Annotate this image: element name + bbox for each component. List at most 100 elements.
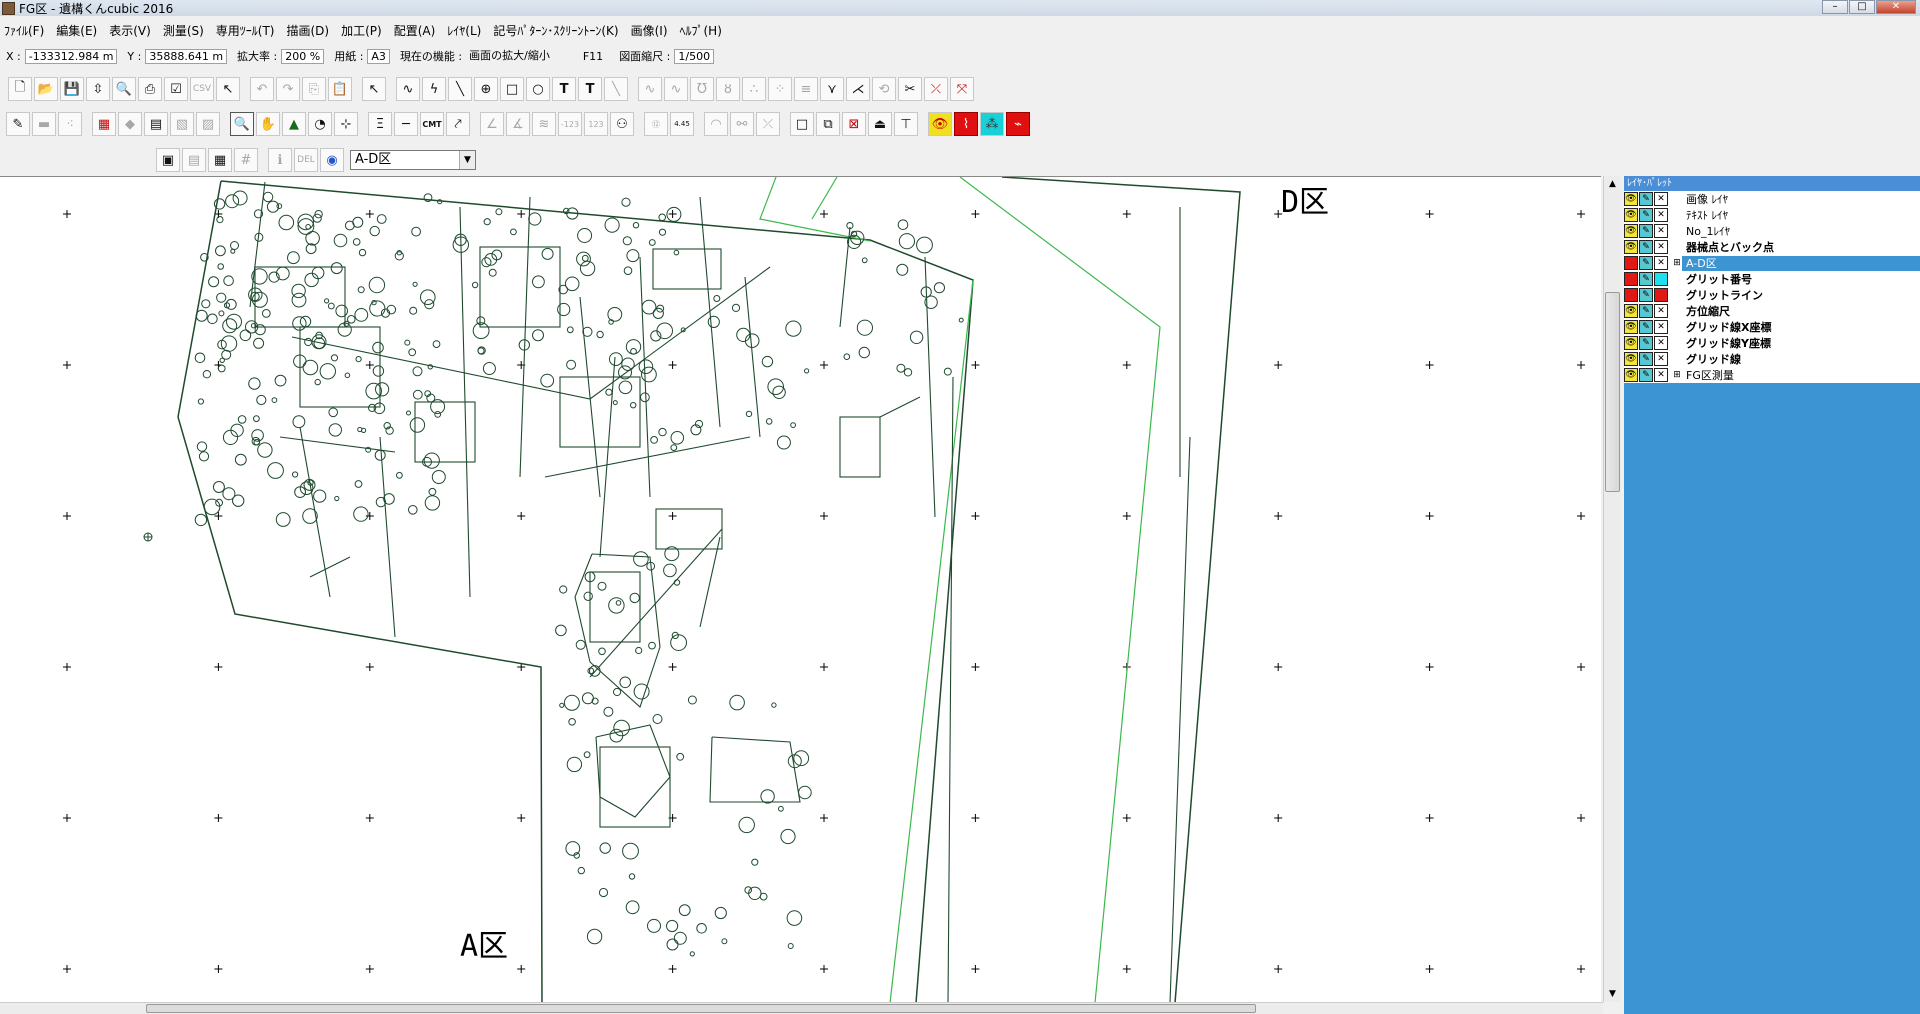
menu-view[interactable]: 表示(V) bbox=[109, 22, 151, 39]
save-icon[interactable]: 💾 bbox=[60, 77, 84, 101]
lock-icon[interactable]: ✕ bbox=[1654, 240, 1668, 254]
csv-button[interactable]: CSV bbox=[190, 77, 214, 101]
eye-icon[interactable]: 👁 bbox=[1624, 352, 1638, 366]
pen-icon[interactable]: ✎ bbox=[1639, 224, 1653, 238]
eye-icon[interactable]: 👁 bbox=[1624, 208, 1638, 222]
elevation-icon[interactable]: -123 bbox=[558, 112, 582, 136]
crosshair-circle-icon[interactable]: ⊕ bbox=[474, 77, 498, 101]
line-icon[interactable]: ╲ bbox=[448, 77, 472, 101]
menu-help[interactable]: ﾍﾙﾌﾟ(H) bbox=[680, 22, 722, 39]
expand-icon[interactable]: ⊞ bbox=[1672, 258, 1682, 268]
new-file-icon[interactable]: 🗋 bbox=[8, 77, 32, 101]
curve-icon[interactable]: ∿ bbox=[396, 77, 420, 101]
pick-point-icon[interactable]: ⊹ bbox=[334, 112, 358, 136]
grid-symbol-icon[interactable]: ▦ bbox=[92, 112, 116, 136]
pen-icon[interactable]: ✎ bbox=[1639, 208, 1653, 222]
dots-icon[interactable]: ⁖ bbox=[58, 112, 82, 136]
layer-row[interactable]: 👁 ✎ ✕ 画像 ﾚｲﾔ bbox=[1624, 191, 1920, 207]
check-icon[interactable]: ☑ bbox=[164, 77, 188, 101]
arc-icon[interactable]: ◠ bbox=[704, 112, 728, 136]
paste-icon[interactable]: 📋 bbox=[328, 77, 352, 101]
eye-icon[interactable]: 👁 bbox=[1624, 272, 1638, 286]
cross-line-icon[interactable]: ⤫ bbox=[756, 112, 780, 136]
menu-layer[interactable]: ﾚｲﾔ(L) bbox=[447, 22, 481, 39]
layer-select[interactable]: A-D区 ▼ bbox=[350, 150, 476, 170]
group-icon[interactable]: ⧉ bbox=[816, 112, 840, 136]
contour-icon[interactable]: ≋ bbox=[532, 112, 556, 136]
minimize-button[interactable]: – bbox=[1822, 0, 1848, 14]
bring-front-icon[interactable]: ⏏ bbox=[868, 112, 892, 136]
delete-button[interactable]: DEL bbox=[294, 148, 318, 172]
horizontal-scroll-thumb[interactable] bbox=[146, 1004, 1256, 1013]
number-label-icon[interactable]: 123 bbox=[584, 112, 608, 136]
angle-icon[interactable]: ∠ bbox=[480, 112, 504, 136]
menu-symbol-pattern[interactable]: 記号ﾊﾟﾀｰﾝ･ｽｸﾘｰﾝﾄｰﾝ(K) bbox=[493, 22, 618, 39]
layer-hidden-icon[interactable]: ⌇ bbox=[954, 112, 978, 136]
pen-icon[interactable]: ✎ bbox=[1639, 320, 1653, 334]
hatch-diagonal-icon[interactable]: ▧ bbox=[170, 112, 194, 136]
eraser-icon[interactable]: ✎ bbox=[6, 112, 30, 136]
select-arrow-icon[interactable]: ↖ bbox=[216, 77, 240, 101]
open-folder-icon[interactable]: 📂 bbox=[34, 77, 58, 101]
eye-icon[interactable]: 👁 bbox=[1624, 288, 1638, 302]
pen-icon[interactable]: ✎ bbox=[1639, 288, 1653, 302]
menu-draw[interactable]: 描画(D) bbox=[287, 22, 330, 39]
edit-curve-icon[interactable]: ∿ bbox=[638, 77, 662, 101]
points-icon[interactable]: ∴ bbox=[742, 77, 766, 101]
menu-tools[interactable]: 専用ﾂｰﾙ(T) bbox=[216, 22, 275, 39]
expand-icon[interactable]: ⊞ bbox=[1672, 370, 1682, 380]
layer-row[interactable]: 👁 ✎ ✕ No_1ﾚｲﾔ bbox=[1624, 223, 1920, 239]
vertical-scrollbar[interactable]: ▲ ▼ bbox=[1603, 176, 1621, 1002]
menu-survey[interactable]: 測量(S) bbox=[163, 22, 204, 39]
pen-icon[interactable]: ✎ bbox=[1639, 336, 1653, 350]
layer-row[interactable]: 👁 ✎ ✕ 器械点とバック点 bbox=[1624, 239, 1920, 255]
binoculars-icon[interactable]: ⚇ bbox=[610, 112, 634, 136]
magnet-icon[interactable]: Ʊ bbox=[690, 77, 714, 101]
pen-icon[interactable]: ✎ bbox=[1639, 272, 1653, 286]
number-text-icon[interactable]: T bbox=[578, 77, 602, 101]
layer-row[interactable]: 👁 ✎ ✕ グリットライン bbox=[1624, 287, 1920, 303]
lock-icon[interactable]: ✕ bbox=[1654, 336, 1668, 350]
layer-add-icon[interactable]: ▣ bbox=[156, 148, 180, 172]
comment-icon[interactable]: CMT bbox=[420, 112, 444, 136]
vertical-scroll-thumb[interactable] bbox=[1605, 292, 1620, 492]
copy-icon[interactable]: ⎘ bbox=[302, 77, 326, 101]
horizontal-line-icon[interactable]: ─ bbox=[394, 112, 418, 136]
eye-icon[interactable]: 👁 bbox=[1624, 192, 1638, 206]
polyline-icon[interactable]: ϟ bbox=[422, 77, 446, 101]
layer-row[interactable]: 👁 ✎ ✕ ﾃｷｽﾄ ﾚｲﾔ bbox=[1624, 207, 1920, 223]
fill-block-icon[interactable]: ▬ bbox=[32, 112, 56, 136]
scissors-icon[interactable]: ✂ bbox=[898, 77, 922, 101]
layer-row[interactable]: 👁 ✎ ✕ グリッド線 bbox=[1624, 351, 1920, 367]
send-back-icon[interactable]: ⊤ bbox=[894, 112, 918, 136]
circle-icon[interactable]: ○ bbox=[526, 77, 550, 101]
align-icon[interactable]: Ξ bbox=[368, 112, 392, 136]
layer-visible-icon[interactable]: 👁 bbox=[928, 112, 952, 136]
pen-icon[interactable]: ✎ bbox=[1639, 256, 1653, 270]
print-icon[interactable]: ⎙ bbox=[138, 77, 162, 101]
lock-icon[interactable]: ✕ bbox=[1654, 352, 1668, 366]
hash-icon[interactable]: # bbox=[234, 148, 258, 172]
rotate-icon[interactable]: ⟲ bbox=[872, 77, 896, 101]
measure-icon[interactable]: ⤤ bbox=[446, 112, 470, 136]
eye-icon[interactable]: 👁 bbox=[1624, 320, 1638, 334]
split-lines-icon[interactable]: ⋌ bbox=[846, 77, 870, 101]
layer-row[interactable]: 👁 ✎ ✕ グリッド線Y座標 bbox=[1624, 335, 1920, 351]
layer-row[interactable]: 👁 ✎ ✕ ⊞ A-D区 bbox=[1624, 255, 1920, 271]
eye-icon[interactable]: 👁 bbox=[1624, 256, 1638, 270]
redo-icon[interactable]: ↷ bbox=[276, 77, 300, 101]
menu-file[interactable]: ﾌｧｲﾙ(F) bbox=[4, 22, 44, 39]
info-icon[interactable]: ℹ bbox=[268, 148, 292, 172]
screen-tone-icon[interactable]: ▨ bbox=[196, 112, 220, 136]
eye-icon[interactable]: 👁 bbox=[1624, 336, 1638, 350]
grid-layer-icon[interactable]: ▦ bbox=[208, 148, 232, 172]
angle-measure-icon[interactable]: ∡ bbox=[506, 112, 530, 136]
node-link-icon[interactable]: ⚯ bbox=[730, 112, 754, 136]
print-preview-icon[interactable]: 🔍 bbox=[112, 77, 136, 101]
scroll-down-icon[interactable]: ▼ bbox=[1604, 986, 1621, 1002]
pen-icon[interactable]: ✎ bbox=[1639, 304, 1653, 318]
close-button[interactable]: ✕ bbox=[1876, 0, 1916, 14]
menu-image[interactable]: 画像(I) bbox=[631, 22, 668, 39]
layer-lock-icon[interactable]: ⌁ bbox=[1006, 112, 1030, 136]
horizontal-scrollbar[interactable] bbox=[0, 1002, 1603, 1014]
